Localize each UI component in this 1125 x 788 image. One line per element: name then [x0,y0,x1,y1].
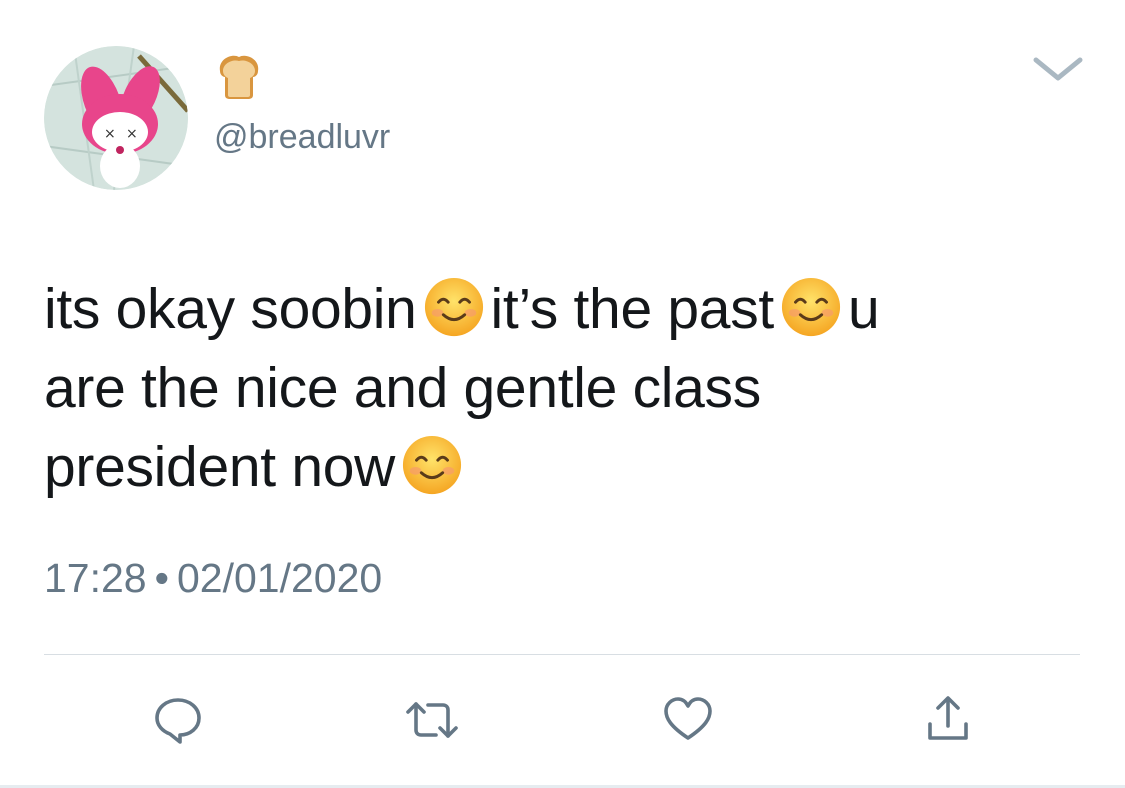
smiling-face-emoji [424,277,483,337]
avatar-image: × × [44,46,188,190]
tweet-text-segment: it’s the past [490,277,775,341]
smiling-face-emoji [402,435,462,495]
heart-icon [664,697,712,740]
tweet-text: its okay soobin it’s the past u are the … [44,270,1084,507]
chevron-down-icon[interactable] [1030,52,1086,86]
tweet-timestamp[interactable]: 17:28 • 02/01/2020 [44,553,382,603]
user-handle[interactable]: @breadluvr [214,117,390,157]
smiling-face-emoji [781,277,840,337]
divider [44,654,1080,655]
tweet-text-line-1: its okay soobin it’s the past u [44,270,1084,349]
tweet-card: × × @breadluvr its okay soobin it’s the … [0,0,1125,788]
share-icon [928,696,968,740]
tweet-time: 17:28 [44,555,147,601]
tweet-date: 02/01/2020 [176,555,383,601]
svg-text:×: × [126,126,138,142]
tweet-text-line-2: are the nice and gentle class [44,356,761,420]
tweet-text-line-3: president now [44,428,1084,507]
reply-button[interactable] [148,690,208,750]
share-button[interactable] [918,690,978,750]
avatar[interactable]: × × [44,46,188,190]
like-button[interactable] [658,690,718,750]
tweet-text-segment: president now [44,435,395,499]
tweet-text-segment: u [847,277,880,341]
retweet-icon [406,702,458,738]
reply-icon [155,698,201,744]
retweet-button[interactable] [402,690,462,750]
bread-emoji [219,55,259,99]
svg-text:×: × [104,126,116,142]
separator-dot: • [154,555,169,601]
tweet-text-segment: its okay soobin [44,277,417,341]
display-name[interactable] [214,50,264,102]
